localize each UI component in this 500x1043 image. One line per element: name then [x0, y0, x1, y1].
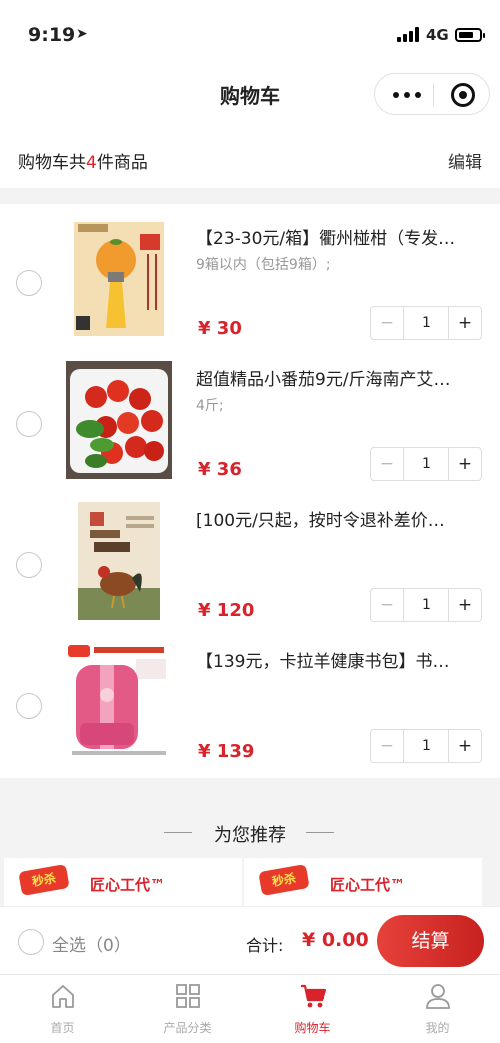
cart-list: 【23-30元/箱】衢州椪柑（专发… 9箱以内（包括9箱）; ¥ 30 − 1 … [0, 204, 500, 778]
item-title[interactable]: [100元/只起，按时令退补差价… [196, 506, 484, 531]
cart-item: 【23-30元/箱】衢州椪柑（专发… 9箱以内（包括9箱）; ¥ 30 − 1 … [0, 208, 500, 348]
more-icon[interactable] [393, 86, 423, 102]
item-title[interactable]: 超值精品小番茄9元/斤海南产艾… [196, 365, 484, 390]
item-price: ¥ 36 [198, 459, 242, 480]
quantity-value[interactable]: 1 [405, 307, 448, 339]
decrease-button[interactable]: − [371, 448, 404, 480]
quantity-stepper: − 1 + [370, 588, 482, 622]
edit-button[interactable]: 编辑 [448, 148, 482, 173]
tab-bar: 首页 产品分类 购物车 我的 [0, 974, 500, 1043]
decrease-button[interactable]: − [371, 589, 404, 621]
signal-icon [397, 26, 421, 42]
tab-categories[interactable]: 产品分类 [125, 975, 250, 1043]
capsule-divider [433, 84, 434, 106]
flash-sale-badge: 秒杀 [258, 864, 310, 896]
status-time: 9:19 [28, 24, 76, 46]
recommend-title: 为您推荐 [214, 825, 286, 846]
grid-icon [176, 984, 200, 1008]
quantity-value[interactable]: 1 [405, 448, 448, 480]
item-checkbox[interactable] [16, 411, 42, 437]
decrease-button[interactable]: − [371, 307, 404, 339]
quantity-stepper: − 1 + [370, 729, 482, 763]
decrease-button[interactable]: − [371, 730, 404, 762]
cart-count-text: 购物车共4件商品 [18, 153, 148, 173]
recommend-card[interactable]: 秒杀 匠心工代™ [4, 858, 242, 908]
select-all-label[interactable]: 全选（0） [52, 931, 131, 956]
quantity-value[interactable]: 1 [405, 730, 448, 762]
item-image-mandarin[interactable] [66, 220, 172, 338]
tab-label: 首页 [50, 1021, 75, 1035]
increase-button[interactable]: + [448, 448, 481, 480]
recommend-card[interactable]: 秒杀 匠心工代™ [244, 858, 482, 908]
tab-label: 我的 [425, 1021, 450, 1035]
flash-sale-badge: 秒杀 [18, 864, 70, 896]
tab-label: 购物车 [294, 1021, 331, 1035]
recommend-card-title: 匠心工代™ [90, 876, 166, 894]
status-bar: 9:19 ➤ 4G [0, 0, 500, 70]
tab-cart[interactable]: 购物车 [250, 975, 375, 1043]
total-label: 合计: [246, 936, 284, 955]
cart-summary: 购物车共4件商品 编辑 [0, 120, 500, 188]
checkout-bar: 全选（0） 合计: ¥ 0.00 结算 [0, 906, 500, 974]
divider-line [306, 832, 334, 833]
item-checkbox[interactable] [16, 270, 42, 296]
tab-label: 产品分类 [163, 1021, 212, 1035]
increase-button[interactable]: + [448, 730, 481, 762]
checkout-button[interactable]: 结算 [377, 915, 484, 967]
recommend-header: 为您推荐 [0, 818, 500, 848]
cart-count: 4 [86, 153, 97, 173]
quantity-stepper: − 1 + [370, 306, 482, 340]
increase-button[interactable]: + [448, 307, 481, 339]
close-target-icon[interactable] [451, 83, 475, 107]
increase-button[interactable]: + [448, 589, 481, 621]
cart-icon [301, 984, 326, 1008]
network-type: 4G [426, 26, 449, 44]
quantity-stepper: − 1 + [370, 447, 482, 481]
tab-home[interactable]: 首页 [0, 975, 125, 1043]
item-checkbox[interactable] [16, 693, 42, 719]
cart-item: [100元/只起，按时令退补差价… ¥ 120 − 1 + [0, 490, 500, 630]
location-arrow-icon: ➤ [76, 26, 88, 42]
item-price: ¥ 30 [198, 318, 242, 339]
select-all-checkbox[interactable] [18, 929, 44, 955]
item-image-backpack[interactable] [66, 643, 172, 761]
cart-item: 超值精品小番茄9元/斤海南产艾… 4斤; ¥ 36 − 1 + [0, 349, 500, 489]
item-spec: 9箱以内（包括9箱）; [196, 257, 331, 273]
cart-item: 【139元，卡拉羊健康书包】书… ¥ 139 − 1 + [0, 631, 500, 771]
item-image-tomato[interactable] [66, 361, 172, 479]
item-title[interactable]: 【139元，卡拉羊健康书包】书… [196, 647, 484, 672]
item-image-chicken[interactable] [66, 502, 172, 620]
item-price: ¥ 120 [198, 600, 255, 621]
item-spec: 4斤; [196, 398, 224, 414]
total-amount: ¥ 0.00 [302, 929, 369, 951]
recommend-card-title: 匠心工代™ [330, 876, 406, 894]
item-price: ¥ 139 [198, 741, 255, 762]
mini-program-capsule [374, 73, 490, 115]
user-icon [426, 984, 450, 1009]
home-icon [52, 985, 74, 1008]
item-checkbox[interactable] [16, 552, 42, 578]
nav-bar: 购物车 [0, 70, 500, 120]
battery-icon [455, 28, 485, 42]
item-title[interactable]: 【23-30元/箱】衢州椪柑（专发… [196, 224, 484, 249]
quantity-value[interactable]: 1 [405, 589, 448, 621]
tab-profile[interactable]: 我的 [375, 975, 500, 1043]
